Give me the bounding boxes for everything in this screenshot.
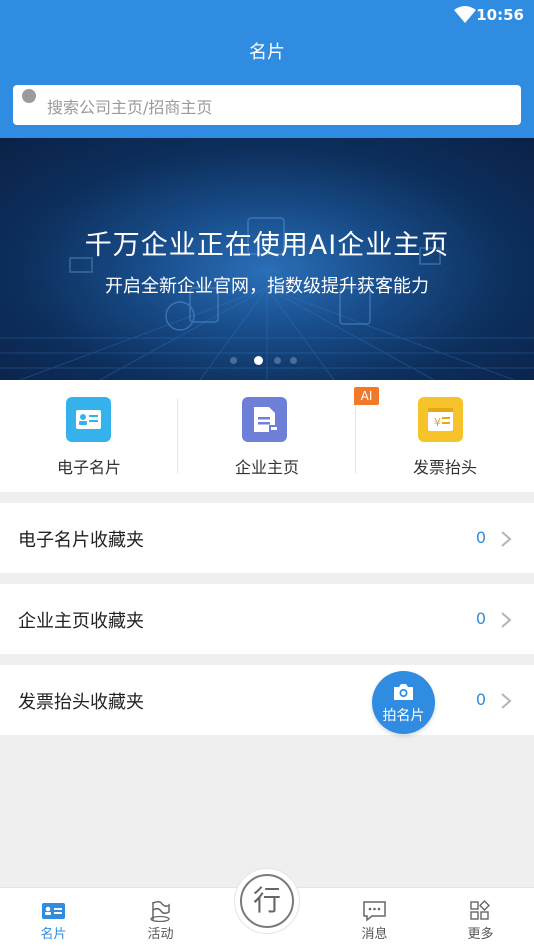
- folder-count: 0: [475, 609, 486, 628]
- ai-badge: AI: [354, 387, 379, 405]
- id-card-icon: [66, 397, 111, 442]
- banner-subline: 开启全新企业官网，指数级提升获客能力: [105, 276, 429, 297]
- invoice-icon: ¥: [418, 397, 463, 442]
- header: 名片 搜索公司主页/招商主页: [0, 30, 534, 138]
- folder-label: 企业主页收藏夹: [18, 611, 144, 632]
- tab-more[interactable]: 更多: [427, 888, 534, 949]
- shortcut-company-page[interactable]: 企业主页: [178, 380, 356, 492]
- center-action-icon: 行: [240, 874, 294, 928]
- scan-card-button[interactable]: 拍名片: [372, 671, 435, 734]
- carousel-dot: [274, 357, 281, 364]
- folder-label: 发票抬头收藏夹: [18, 692, 144, 713]
- tab-label: 活动: [147, 927, 174, 942]
- carousel-dot: [290, 357, 297, 364]
- shortcut-grid: 电子名片 企业主页 ¥ 发票抬头: [0, 380, 534, 492]
- search-icon: [22, 89, 36, 103]
- scan-card-label: 拍名片: [382, 708, 425, 724]
- search-placeholder: 搜索公司主页/招商主页: [47, 98, 213, 117]
- carousel-indicator: [230, 356, 310, 366]
- folder-row-company-page[interactable]: 企业主页收藏夹 0: [0, 584, 534, 654]
- carousel-dot-active: [254, 356, 263, 365]
- svg-text:¥: ¥: [434, 416, 441, 429]
- camera-icon: [394, 684, 413, 700]
- search-input[interactable]: 搜索公司主页/招商主页: [13, 85, 521, 125]
- center-action-button[interactable]: 行: [234, 868, 300, 934]
- chevron-right-icon: [501, 531, 512, 547]
- status-time: 10:56: [476, 6, 524, 24]
- card-icon: [42, 903, 65, 919]
- apps-icon: [470, 900, 490, 920]
- tab-label: 消息: [361, 927, 388, 942]
- shortcut-invoice-title[interactable]: ¥ 发票抬头: [356, 380, 534, 492]
- document-icon: [242, 397, 287, 442]
- carousel-dot: [230, 357, 237, 364]
- tab-activity[interactable]: 活动: [107, 888, 214, 949]
- tab-label: 名片: [40, 927, 67, 942]
- folder-row-business-card[interactable]: 电子名片收藏夹 0: [0, 503, 534, 573]
- folder-count: 0: [475, 690, 486, 709]
- folder-row-invoice-title[interactable]: 发票抬头收藏夹 0: [0, 665, 534, 735]
- tab-card[interactable]: 名片: [0, 888, 107, 949]
- page-title: 名片: [249, 42, 285, 63]
- folder-count: 0: [475, 528, 486, 547]
- tab-messages[interactable]: 消息: [321, 888, 428, 949]
- folder-label: 电子名片收藏夹: [18, 530, 144, 551]
- status-bar: 10:56: [0, 0, 534, 30]
- chevron-right-icon: [501, 693, 512, 709]
- banner-headline: 千万企业正在使用AI企业主页: [84, 230, 450, 261]
- chevron-right-icon: [501, 612, 512, 628]
- shortcut-label: 发票抬头: [412, 458, 477, 477]
- shortcut-label: 电子名片: [56, 458, 121, 477]
- message-icon: [363, 901, 386, 922]
- flag-icon: [150, 900, 170, 922]
- shortcut-label: 企业主页: [234, 458, 299, 477]
- wifi-icon: [454, 6, 476, 23]
- tab-label: 更多: [467, 927, 494, 942]
- promo-banner[interactable]: 千万企业正在使用AI企业主页 开启全新企业官网，指数级提升获客能力: [0, 138, 534, 380]
- shortcut-business-card[interactable]: 电子名片: [0, 380, 178, 492]
